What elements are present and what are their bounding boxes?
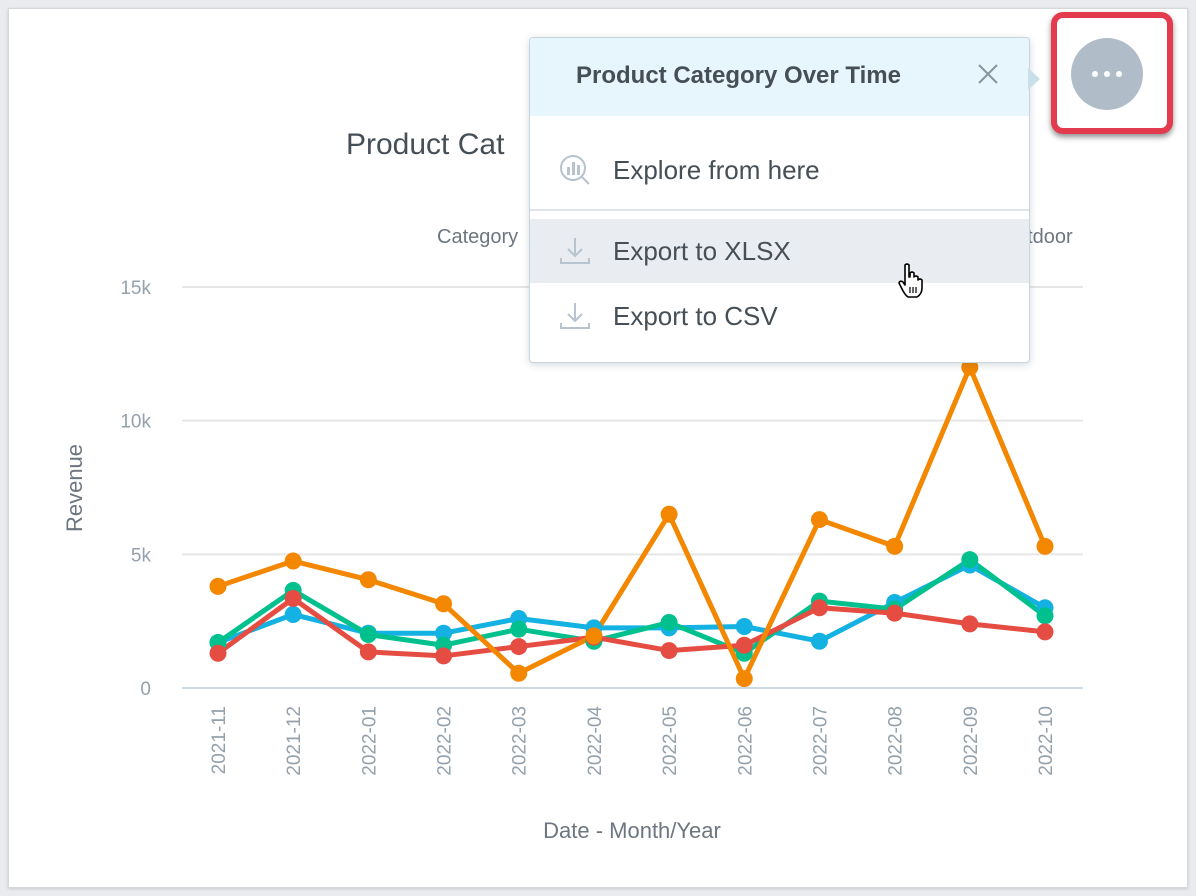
data-point[interactable] (284, 589, 302, 607)
data-point[interactable] (660, 505, 678, 523)
y-tick-label: 10k (120, 412, 151, 433)
x-tick-label: 2021-11 (209, 706, 230, 774)
data-point[interactable] (1036, 607, 1054, 625)
menu-item-export-xlsx[interactable]: Export to XLSX (530, 219, 1029, 283)
menu-pointer-arrow (1028, 68, 1040, 90)
x-tick-label: 2022-08 (886, 706, 907, 776)
more-horizontal-icon (1104, 71, 1110, 77)
x-axis-title: Date - Month/Year (543, 818, 721, 843)
data-point[interactable] (435, 595, 453, 613)
menu-item-explore[interactable]: Explore from here (530, 138, 1029, 202)
x-tick-label: 2022-09 (961, 706, 982, 776)
data-point[interactable] (1036, 537, 1054, 555)
x-tick-label: 2022-02 (435, 706, 456, 776)
data-point[interactable] (209, 644, 227, 662)
data-point[interactable] (660, 614, 678, 632)
data-point[interactable] (284, 552, 302, 570)
data-point[interactable] (886, 604, 904, 622)
more-horizontal-icon (1092, 71, 1098, 77)
y-tick-label: 0 (140, 679, 151, 700)
menu-item-label: Export to CSV (613, 300, 778, 331)
download-icon (560, 303, 590, 329)
y-axis-title: Revenue (62, 444, 87, 532)
menu-item-label: Export to XLSX (613, 235, 791, 266)
data-point[interactable] (209, 577, 227, 595)
menu-item-export-csv[interactable]: Export to CSV (530, 284, 1029, 348)
y-tick-label: 5k (131, 545, 152, 566)
hand-pointer-cursor-icon (898, 263, 923, 298)
data-point[interactable] (810, 599, 828, 617)
data-point[interactable] (961, 615, 979, 633)
menu-item-label: Explore from here (613, 154, 820, 185)
data-point[interactable] (359, 626, 377, 644)
menu-divider (530, 209, 1029, 211)
x-tick-label: 2022-07 (810, 706, 831, 776)
data-point[interactable] (735, 636, 753, 654)
data-point[interactable] (735, 618, 753, 636)
data-point[interactable] (810, 511, 828, 529)
data-point[interactable] (284, 605, 302, 623)
data-point[interactable] (585, 627, 603, 645)
menu-header: Product Category Over Time (530, 38, 1029, 116)
data-point[interactable] (510, 664, 528, 682)
data-point[interactable] (510, 620, 528, 638)
data-point[interactable] (359, 571, 377, 589)
x-tick-label: 2022-05 (660, 706, 681, 776)
x-tick-label: 2022-01 (359, 706, 380, 776)
close-icon[interactable] (974, 60, 1002, 88)
x-tick-label: 2021-12 (284, 706, 305, 776)
data-point[interactable] (660, 642, 678, 660)
y-tick-label: 15k (120, 278, 151, 299)
x-tick-label: 2022-10 (1036, 706, 1057, 776)
data-point[interactable] (435, 647, 453, 665)
more-options-button[interactable] (1071, 38, 1143, 110)
x-tick-label: 2022-04 (585, 706, 606, 776)
data-point[interactable] (810, 632, 828, 650)
menu-title: Product Category Over Time (576, 62, 901, 89)
more-horizontal-icon (1116, 71, 1122, 77)
options-menu: Product Category Over Time Explore from … (529, 37, 1030, 363)
data-point[interactable] (886, 537, 904, 555)
data-point[interactable] (510, 638, 528, 656)
data-point[interactable] (359, 643, 377, 661)
data-point[interactable] (961, 551, 979, 569)
x-tick-label: 2022-06 (735, 706, 756, 776)
explore-chart-icon (560, 155, 590, 185)
download-icon (560, 238, 590, 264)
data-point[interactable] (1036, 623, 1054, 641)
x-tick-label: 2022-03 (510, 706, 531, 776)
data-point[interactable] (735, 670, 753, 688)
